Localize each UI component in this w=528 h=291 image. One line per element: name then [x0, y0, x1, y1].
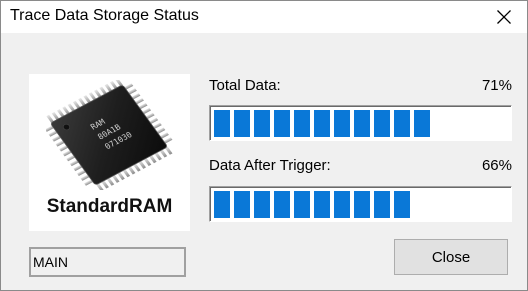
total-data-progress-segment	[354, 110, 370, 137]
storage-area-value: MAIN	[33, 254, 68, 270]
after-trigger-progress-bar	[209, 186, 512, 222]
total-data-progress-segment	[414, 110, 430, 137]
total-data-label: Total Data:	[209, 77, 281, 94]
storage-status-dialog: Trace Data Storage Status RAM 80A1B 0710…	[0, 0, 528, 291]
after-trigger-progress-segment	[394, 191, 410, 218]
total-data-progress-segment	[314, 110, 330, 137]
total-data-progress-segment	[374, 110, 390, 137]
total-data-progress-segment	[334, 110, 350, 137]
total-data-progress-segment	[294, 110, 310, 137]
after-trigger-progress-segment	[314, 191, 330, 218]
after-trigger-progress-segment	[214, 191, 230, 218]
after-trigger-progress-segment	[354, 191, 370, 218]
after-trigger-progress-segment	[334, 191, 350, 218]
window-title: Trace Data Storage Status	[10, 7, 199, 24]
total-data-percent: 71%	[481, 77, 512, 94]
after-trigger-progress-segment	[294, 191, 310, 218]
after-trigger-label: Data After Trigger:	[209, 157, 331, 174]
device-name-label: StandardRAM	[46, 196, 173, 217]
window-close-button[interactable]	[481, 1, 527, 33]
total-data-progress-segment	[274, 110, 290, 137]
title-bar[interactable]: Trace Data Storage Status	[1, 1, 527, 33]
after-trigger-progress-segment	[254, 191, 270, 218]
storage-area-field: MAIN	[29, 247, 186, 277]
after-trigger-progress-segment	[374, 191, 390, 218]
after-trigger-progress-segment	[234, 191, 250, 218]
total-data-progress-segment	[234, 110, 250, 137]
close-button[interactable]: Close	[394, 239, 508, 275]
chip-icon: RAM 80A1B 071030	[46, 80, 173, 190]
after-trigger-percent: 66%	[481, 157, 512, 174]
total-data-progress-segment	[254, 110, 270, 137]
total-data-progress-bar	[209, 105, 512, 141]
total-data-progress-segment	[394, 110, 410, 137]
close-icon	[497, 10, 511, 24]
after-trigger-progress-segment	[274, 191, 290, 218]
device-image-panel: RAM 80A1B 071030 StandardRAM	[29, 74, 190, 231]
total-data-progress-segment	[214, 110, 230, 137]
